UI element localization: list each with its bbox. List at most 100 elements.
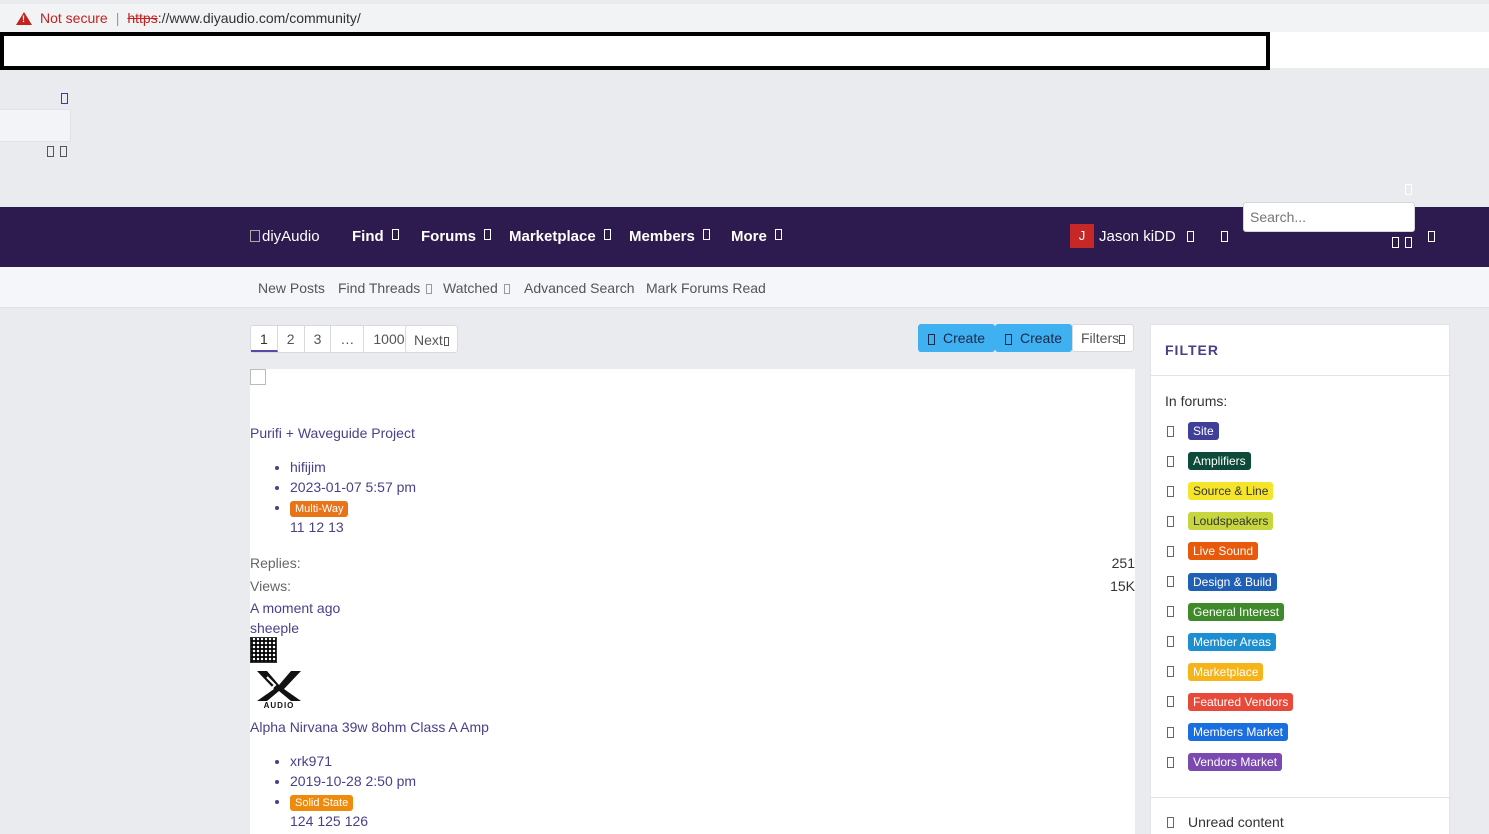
forum-tag: Live Sound bbox=[1188, 542, 1259, 561]
thread-title[interactable]: Alpha Nirvana 39w 8ohm Class A Amp bbox=[250, 719, 489, 735]
thread-list: Purifi + Waveguide Project hifijim 2023-… bbox=[250, 369, 1135, 834]
forum-tag: General Interest bbox=[1188, 602, 1285, 621]
forum-tag: Source & Line bbox=[1188, 482, 1274, 501]
forum-filter-row[interactable]: Vendors Market bbox=[1165, 752, 1283, 772]
nav-marketplace[interactable]: Marketplace bbox=[509, 228, 611, 245]
missing-glyph-icon bbox=[61, 93, 68, 104]
address-separator: | bbox=[115, 10, 120, 26]
thread-page-link[interactable]: 125 bbox=[317, 813, 340, 829]
forum-tag: Design & Build bbox=[1188, 572, 1277, 591]
thread-prefix-item: Solid State bbox=[290, 793, 416, 813]
page-1[interactable]: 1 bbox=[251, 326, 278, 352]
subnav-find-threads[interactable]: Find Threads bbox=[338, 280, 433, 296]
last-post-user[interactable]: sheeple bbox=[250, 620, 299, 636]
thread-date[interactable]: 2023-01-07 5:57 pm bbox=[290, 479, 416, 499]
user-name[interactable]: Jason kiDD bbox=[1099, 228, 1176, 245]
thread-pages: 11 12 13 bbox=[290, 519, 348, 535]
thread-author[interactable]: hifijim bbox=[290, 459, 416, 479]
inbox-icon[interactable] bbox=[1187, 231, 1194, 242]
plus-icon bbox=[928, 333, 935, 345]
divider bbox=[1151, 375, 1451, 376]
forum-tag: Members Market bbox=[1188, 723, 1289, 741]
search-input[interactable] bbox=[1243, 202, 1415, 232]
address-bar[interactable]: Not secure | https ://www.diyaudio.com/c… bbox=[0, 4, 1489, 32]
checkbox-icon bbox=[1167, 726, 1174, 738]
forum-filter-row[interactable]: Members Market bbox=[1165, 722, 1289, 742]
chevron-down-icon bbox=[774, 229, 782, 240]
logo-text: AUDIO bbox=[264, 701, 295, 709]
nav-members[interactable]: Members bbox=[629, 228, 710, 245]
checkbox-icon bbox=[1167, 636, 1174, 648]
thread-title[interactable]: Purifi + Waveguide Project bbox=[250, 425, 415, 441]
search-icon[interactable] bbox=[1392, 237, 1399, 248]
thread-page-link[interactable]: 124 bbox=[290, 813, 313, 829]
filters-button[interactable]: Filters bbox=[1072, 324, 1135, 352]
views-label: Views: bbox=[250, 578, 291, 594]
chevron-down-icon bbox=[1119, 334, 1126, 344]
menu-icon[interactable] bbox=[1428, 231, 1435, 242]
settings-icon[interactable] bbox=[1405, 237, 1412, 248]
chevron-down-icon bbox=[391, 229, 399, 240]
nav-forums[interactable]: Forums bbox=[421, 228, 492, 245]
subnav-watched[interactable]: Watched bbox=[443, 280, 510, 296]
thread-page-link[interactable]: 11 bbox=[290, 519, 305, 535]
forum-filter-row[interactable]: Featured Vendors bbox=[1165, 692, 1294, 712]
chevron-down-icon bbox=[426, 284, 433, 295]
create-button[interactable]: Create bbox=[918, 324, 996, 352]
checkbox-icon bbox=[1167, 455, 1174, 467]
thread-prefix[interactable]: Multi-Way bbox=[290, 501, 349, 517]
xk-audio-logo[interactable]: AUDIO bbox=[253, 669, 305, 709]
next-page-button[interactable]: Next bbox=[405, 325, 458, 353]
replies-count: 251 bbox=[1111, 555, 1135, 571]
page-3[interactable]: 3 bbox=[305, 326, 332, 352]
thread-page-link[interactable]: 12 bbox=[309, 519, 325, 535]
subnav-advanced-search[interactable]: Advanced Search bbox=[524, 280, 635, 296]
unread-content-checkbox[interactable]: Unread content bbox=[1165, 814, 1284, 830]
divider bbox=[1151, 797, 1451, 798]
thread-author[interactable]: xrk971 bbox=[290, 753, 416, 773]
subnav-new-posts[interactable]: New Posts bbox=[258, 280, 325, 296]
site-logo[interactable]: diyAudio bbox=[250, 228, 320, 245]
forum-filter-row[interactable]: Site bbox=[1165, 421, 1219, 441]
toolbar-strip bbox=[1270, 32, 1489, 68]
last-post-time[interactable]: A moment ago bbox=[250, 600, 340, 616]
forum-filter-row[interactable]: Source & Line bbox=[1165, 481, 1274, 501]
forum-filter-row[interactable]: Member Areas bbox=[1165, 632, 1277, 652]
forum-filter-row[interactable]: Amplifiers bbox=[1165, 451, 1251, 471]
thread-prefix-item: Multi-Way bbox=[290, 499, 416, 519]
placeholder-box bbox=[0, 109, 71, 142]
replies-label: Replies: bbox=[250, 555, 301, 571]
forum-filter-row[interactable]: Loudspeakers bbox=[1165, 511, 1274, 531]
thread-page-link[interactable]: 13 bbox=[328, 519, 344, 535]
nav-find[interactable]: Find bbox=[352, 228, 399, 245]
forum-tag: Site bbox=[1188, 422, 1219, 440]
forum-tag: Marketplace bbox=[1188, 662, 1264, 681]
thread-prefix[interactable]: Solid State bbox=[290, 795, 354, 811]
url-text: ://www.diyaudio.com/community/ bbox=[157, 10, 361, 26]
url-scheme: https bbox=[127, 10, 158, 26]
nav-more[interactable]: More bbox=[731, 228, 782, 245]
thread-pages: 124 125 126 bbox=[290, 813, 372, 829]
plus-icon bbox=[1005, 333, 1012, 345]
thread-date[interactable]: 2019-10-28 2:50 pm bbox=[290, 773, 416, 793]
avatar[interactable]: J bbox=[1070, 224, 1094, 248]
avatar[interactable] bbox=[250, 637, 277, 663]
thread-page-link[interactable]: 126 bbox=[345, 813, 368, 829]
bell-icon[interactable] bbox=[1221, 231, 1228, 242]
subnav-mark-forums-read[interactable]: Mark Forums Read bbox=[646, 280, 766, 296]
checkbox-icon bbox=[1167, 576, 1174, 587]
checkbox-icon bbox=[1167, 816, 1174, 828]
create-button-2[interactable]: Create bbox=[995, 324, 1073, 352]
chevron-down-icon bbox=[603, 229, 611, 240]
forum-filter-row[interactable]: Marketplace bbox=[1165, 662, 1264, 682]
broken-image-icon bbox=[250, 230, 260, 242]
forum-filter-row[interactable]: General Interest bbox=[1165, 602, 1285, 622]
search-options bbox=[1392, 237, 1412, 248]
main-navbar: diyAudio Find Forums Marketplace Members… bbox=[0, 202, 1489, 267]
page-ellipsis[interactable]: … bbox=[331, 326, 365, 352]
checkbox-icon bbox=[1167, 515, 1174, 527]
forum-filter-row[interactable]: Live Sound bbox=[1165, 541, 1259, 561]
security-label[interactable]: Not secure bbox=[40, 10, 108, 26]
page-2[interactable]: 2 bbox=[278, 326, 305, 352]
forum-filter-row[interactable]: Design & Build bbox=[1165, 572, 1277, 592]
